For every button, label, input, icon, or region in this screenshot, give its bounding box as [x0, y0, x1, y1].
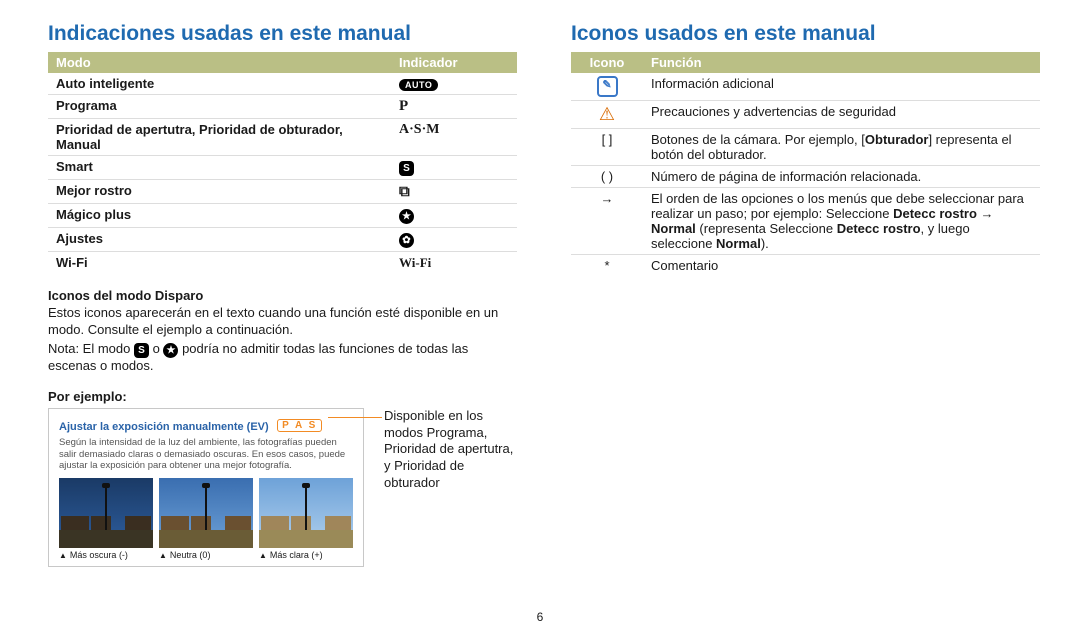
example-photo-light: Más clara (+): [259, 478, 353, 560]
table-row: Auto inteligenteAUTO: [48, 73, 517, 95]
example-photos: Más oscura (-) Neutra (0) Más clara (+): [59, 478, 353, 560]
table-row: Mágico plus★: [48, 204, 517, 228]
table-row: ⚠ Precauciones y advertencias de segurid…: [571, 101, 1040, 129]
table-row: → El orden de las opciones o los menús q…: [571, 188, 1040, 255]
best-face-icon: ⧉: [399, 183, 410, 200]
table-row: * Comentario: [571, 255, 1040, 277]
wifi-icon: Wi-Fi: [391, 252, 517, 275]
table-row: ( ) Número de página de información rela…: [571, 166, 1040, 188]
brackets-icon: [ ]: [571, 129, 643, 166]
left-column: Indicaciones usadas en este manual Modo …: [48, 22, 517, 567]
page-number: 6: [0, 610, 1080, 624]
right-heading: Iconos usados en este manual: [571, 22, 1040, 46]
disparo-note: Nota: El modo S o ★ podría no admitir to…: [48, 341, 517, 375]
example-desc: Según la intensidad de la luz del ambien…: [59, 437, 353, 473]
left-heading: Indicaciones usadas en este manual: [48, 22, 517, 46]
table-row: Ajustes✿: [48, 228, 517, 252]
table-row: ✎ Información adicional: [571, 73, 1040, 101]
example-photo-neutral: Neutra (0): [159, 478, 253, 560]
example-snippet: Ajustar la exposición manualmente (EV) P…: [48, 408, 364, 568]
example-block: Ajustar la exposición manualmente (EV) P…: [48, 408, 517, 568]
th-funcion: Función: [643, 52, 1040, 73]
por-ejemplo-label: Por ejemplo:: [48, 389, 517, 404]
th-icono: Icono: [571, 52, 643, 73]
th-indicador: Indicador: [391, 52, 517, 73]
table-row: SmartS: [48, 156, 517, 180]
table-row: [ ] Botones de la cámara. Por ejemplo, […: [571, 129, 1040, 166]
smart-icon: S: [134, 343, 149, 358]
table-row: ProgramaP: [48, 95, 517, 119]
table-row: Prioridad de apertutra, Prioridad de obt…: [48, 119, 517, 156]
icons-table: Icono Función ✎ Información adicional ⚠ …: [571, 52, 1040, 276]
example-callout: Disponible en los modos Programa, Priori…: [384, 408, 517, 568]
example-title: Ajustar la exposición manualmente (EV): [59, 421, 269, 433]
th-modo: Modo: [48, 52, 391, 73]
example-photo-dark: Más oscura (-): [59, 478, 153, 560]
arrow-icon: →: [571, 188, 643, 255]
table-row: Wi-FiWi-Fi: [48, 252, 517, 275]
settings-icon: ✿: [399, 233, 414, 248]
table-row: Mejor rostro⧉: [48, 180, 517, 204]
asterisk-icon: *: [571, 255, 643, 277]
magic-plus-icon: ★: [399, 209, 414, 224]
right-column: Iconos usados en este manual Icono Funci…: [571, 22, 1040, 567]
info-icon: ✎: [597, 76, 618, 97]
asm-icon: A·S·M: [391, 119, 517, 156]
magic-plus-icon: ★: [163, 343, 178, 358]
parens-icon: ( ): [571, 166, 643, 188]
disparo-desc: Estos iconos aparecerán en el texto cuan…: [48, 305, 517, 339]
modes-table: Modo Indicador Auto inteligenteAUTO Prog…: [48, 52, 517, 274]
warning-icon: ⚠: [599, 104, 615, 125]
subhead-disparo: Iconos del modo Disparo: [48, 288, 517, 303]
p-icon: P: [391, 95, 517, 119]
auto-icon: AUTO: [399, 79, 438, 91]
smart-icon: S: [399, 161, 414, 176]
example-mode-badge: P A S: [277, 419, 322, 432]
